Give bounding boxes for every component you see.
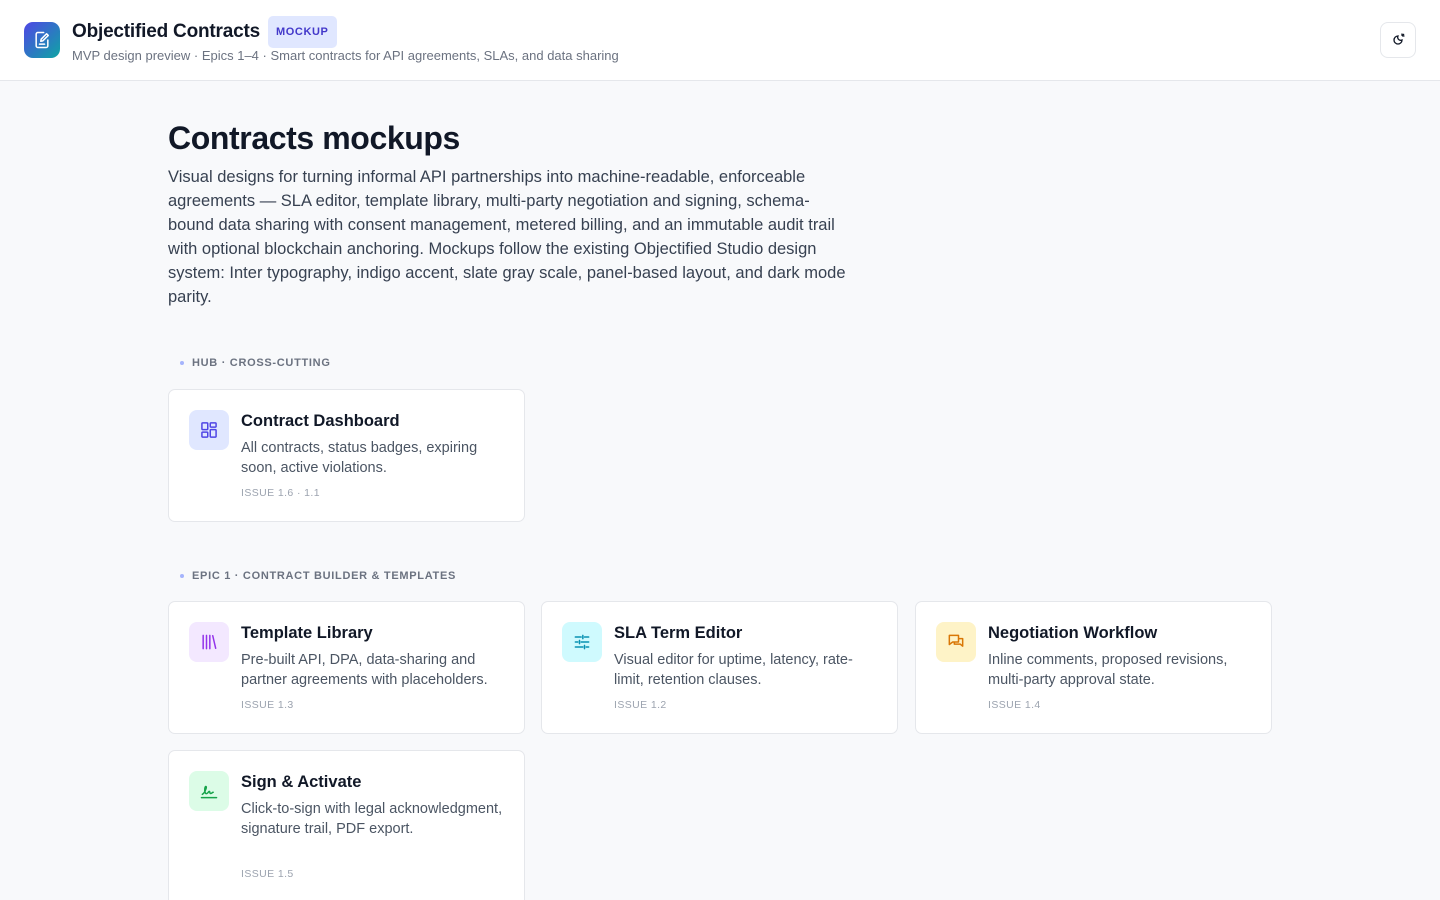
card-title: Template Library [241,624,373,642]
card-title: SLA Term Editor [614,624,743,642]
card-issue: ISSUE 1.6 · 1.1 [241,487,320,499]
card-sign-activate[interactable]: Sign & Activate Click-to-sign with legal… [168,750,525,900]
card-description: Inline comments, proposed revisions, mul… [988,652,1228,688]
page-title: Contracts mockups [168,120,460,156]
section-label-epic-1: EPIC 1 · CONTRACT BUILDER & TEMPLATES [180,570,456,582]
card-issue: ISSUE 1.5 [241,868,294,880]
card-title: Negotiation Workflow [988,624,1158,642]
page-description: Visual designs for turning informal API … [168,168,846,306]
card-contract-dashboard[interactable]: Contract Dashboard All contracts, status… [168,389,525,522]
app-title: Objectified Contracts [72,21,260,42]
section-label-text: HUB · CROSS-CUTTING [192,357,331,369]
contract-edit-icon [24,22,60,58]
card-issue: ISSUE 1.4 [988,699,1041,711]
section-label-text: EPIC 1 · CONTRACT BUILDER & TEMPLATES [192,570,457,582]
card-title: Contract Dashboard [241,412,400,430]
card-description: Pre-built API, DPA, data-sharing and par… [241,652,488,688]
signature-icon [189,771,229,811]
card-title: Sign & Activate [241,773,362,791]
app-subtitle: MVP design preview · Epics 1–4 · Smart c… [72,48,619,63]
card-sla-term-editor[interactable]: SLA Term Editor Visual editor for uptime… [541,601,898,734]
chat-icon [936,622,976,662]
card-issue: ISSUE 1.3 [241,699,294,711]
section-dot [180,574,184,578]
card-negotiation-workflow[interactable]: Negotiation Workflow Inline comments, pr… [915,601,1272,734]
section-label-hub: HUB · CROSS-CUTTING [180,357,331,369]
card-template-library[interactable]: Template Library Pre-built API, DPA, dat… [168,601,525,734]
mockup-badge: MOCKUP [268,16,337,48]
card-description: Visual editor for uptime, latency, rate-… [614,652,853,688]
dashboard-icon [189,410,229,450]
theme-toggle-icon [1393,33,1405,45]
app-header: Objectified Contracts MOCKUP MVP design … [0,0,1440,81]
theme-toggle-button[interactable] [1380,22,1416,58]
card-description: All contracts, status badges, expiring s… [241,440,478,476]
section-dot [180,361,184,365]
sliders-icon [562,622,602,662]
card-issue: ISSUE 1.2 [614,699,667,711]
library-icon [189,622,229,662]
card-description: Click-to-sign with legal acknowledgment,… [241,801,503,837]
